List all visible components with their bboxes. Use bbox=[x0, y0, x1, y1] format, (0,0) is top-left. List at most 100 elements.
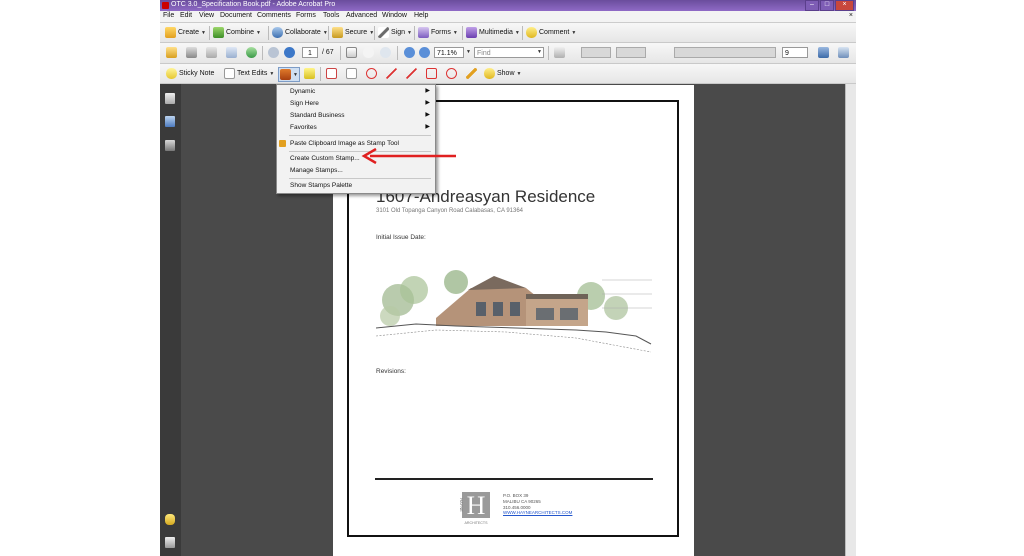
menu-item-sign-here[interactable]: Sign Here ▶ bbox=[277, 98, 435, 109]
signatures-panel-icon[interactable] bbox=[165, 140, 175, 151]
font-selector[interactable] bbox=[581, 47, 611, 58]
sticky-note-button[interactable]: Sticky Note bbox=[166, 67, 214, 80]
zoom-tool-icon[interactable] bbox=[380, 47, 391, 58]
menu-forms[interactable]: Forms bbox=[296, 12, 316, 19]
menu-help[interactable]: Help bbox=[414, 12, 428, 19]
save-icon[interactable] bbox=[206, 47, 217, 58]
menu-edit[interactable]: Edit bbox=[180, 12, 192, 19]
font-size-field[interactable]: 9 bbox=[782, 47, 808, 58]
bookmarks-panel-icon[interactable] bbox=[165, 116, 175, 127]
pencil-tool-icon[interactable] bbox=[466, 68, 477, 79]
oval-tool-icon[interactable] bbox=[446, 68, 457, 79]
menu-window[interactable]: Window bbox=[382, 12, 407, 19]
contact-block: P.O. BOX 39 MALIBU CA 90265 310.456.0000… bbox=[503, 493, 572, 516]
menu-item-standard-business[interactable]: Standard Business ▶ bbox=[277, 110, 435, 121]
internet-icon[interactable] bbox=[246, 47, 257, 58]
secure-button[interactable]: Secure ▼ bbox=[332, 26, 374, 39]
menu-item-manage-stamps[interactable]: Manage Stamps... bbox=[277, 165, 435, 176]
clipboard-stamp-icon bbox=[279, 140, 286, 147]
stamp-dropdown-icon[interactable]: ▼ bbox=[293, 72, 298, 78]
forms-button[interactable]: Forms ▼ bbox=[418, 26, 458, 39]
revisions-label: Revisions: bbox=[376, 368, 406, 375]
callout-icon[interactable] bbox=[326, 68, 337, 79]
page-display-icon[interactable] bbox=[554, 47, 565, 58]
style-selector[interactable] bbox=[616, 47, 646, 58]
cloud-icon[interactable] bbox=[366, 68, 377, 79]
submenu-arrow-icon: ▶ bbox=[425, 100, 430, 106]
menu-item-show-stamps-palette[interactable]: Show Stamps Palette bbox=[277, 180, 435, 191]
pen-icon bbox=[378, 27, 389, 38]
forms-label: Forms bbox=[431, 29, 451, 36]
pages-panel-icon[interactable] bbox=[165, 93, 175, 104]
collaborate-icon bbox=[272, 27, 283, 38]
text-box-icon[interactable] bbox=[346, 68, 357, 79]
elevation-rendering bbox=[376, 270, 652, 353]
menu-item-manage-stamps-label: Manage Stamps... bbox=[290, 167, 343, 174]
next-page-icon[interactable] bbox=[284, 47, 295, 58]
initial-issue-label: Initial Issue Date: bbox=[376, 234, 426, 241]
zoom-out-icon[interactable] bbox=[404, 47, 415, 58]
previous-page-icon[interactable] bbox=[268, 47, 279, 58]
menu-item-favorites-label: Favorites bbox=[290, 124, 317, 131]
minimize-button[interactable]: – bbox=[805, 0, 819, 11]
page-count: / 67 bbox=[322, 49, 334, 56]
menu-item-dynamic[interactable]: Dynamic ▶ bbox=[277, 86, 435, 97]
create-button[interactable]: Create ▼ bbox=[165, 26, 206, 39]
sign-button[interactable]: Sign ▼ bbox=[378, 26, 412, 39]
menu-item-favorites[interactable]: Favorites ▶ bbox=[277, 122, 435, 133]
open-folder-icon[interactable] bbox=[166, 47, 177, 58]
maximize-button[interactable]: □ bbox=[820, 0, 834, 11]
menu-item-dynamic-label: Dynamic bbox=[290, 88, 316, 95]
hand-tool-icon[interactable] bbox=[363, 47, 374, 58]
create-label: Create bbox=[178, 29, 200, 36]
combine-label: Combine bbox=[226, 29, 255, 36]
menu-comments[interactable]: Comments bbox=[257, 12, 291, 19]
menu-file[interactable]: File bbox=[163, 12, 174, 19]
menu-document[interactable]: Document bbox=[220, 12, 252, 19]
zoom-dropdown-icon[interactable]: ▼ bbox=[466, 49, 471, 55]
print-icon[interactable] bbox=[186, 47, 197, 58]
collaborate-button[interactable]: Collaborate ▼ bbox=[272, 26, 328, 39]
zoom-level-field[interactable]: 71.1% bbox=[434, 47, 464, 58]
footer-rule bbox=[375, 478, 653, 480]
menu-tools[interactable]: Tools bbox=[323, 12, 339, 19]
close-button[interactable]: × bbox=[835, 0, 854, 11]
menu-advanced[interactable]: Advanced bbox=[346, 12, 377, 19]
comment-button[interactable]: Comment ▼ bbox=[526, 26, 576, 39]
document-close-icon[interactable]: × bbox=[849, 12, 853, 19]
menu-view[interactable]: View bbox=[199, 12, 214, 19]
comments-panel-icon[interactable] bbox=[165, 514, 175, 525]
window-title: OTC 3.0_Specification Book.pdf - Adobe A… bbox=[171, 1, 336, 8]
font-name-selector[interactable] bbox=[674, 47, 776, 58]
highlight-text-icon[interactable] bbox=[304, 68, 315, 79]
line-tool-icon[interactable] bbox=[406, 68, 417, 79]
find-input[interactable]: Find bbox=[474, 47, 544, 58]
comment-label: Comment bbox=[539, 29, 570, 36]
vertical-scrollbar[interactable] bbox=[845, 84, 856, 556]
show-button[interactable]: Show ▼ bbox=[484, 67, 521, 80]
save-form-icon[interactable] bbox=[818, 47, 829, 58]
multimedia-button[interactable]: Multimedia ▼ bbox=[466, 26, 520, 39]
find-dropdown-icon[interactable]: ▼ bbox=[537, 49, 542, 55]
zoom-in-icon[interactable] bbox=[419, 47, 430, 58]
tasks-toolbar: Create ▼ Combine ▼ Collaborate ▼ Secure ▼ Si… bbox=[160, 23, 856, 43]
film-icon bbox=[466, 27, 477, 38]
arrow-tool-icon[interactable] bbox=[386, 68, 397, 79]
forms-icon bbox=[418, 27, 429, 38]
fit-window-icon[interactable] bbox=[838, 47, 849, 58]
svg-text:H: H bbox=[467, 491, 486, 520]
stamp-tool-button[interactable]: ▼ bbox=[278, 67, 300, 82]
text-edits-button[interactable]: Text Edits ▼ bbox=[224, 67, 274, 80]
submenu-arrow-icon: ▶ bbox=[425, 112, 430, 118]
attachments-paperclip-icon[interactable] bbox=[165, 537, 175, 548]
rectangle-tool-icon[interactable] bbox=[426, 68, 437, 79]
combine-button[interactable]: Combine ▼ bbox=[213, 26, 261, 39]
email-icon[interactable] bbox=[226, 47, 237, 58]
multimedia-label: Multimedia bbox=[479, 29, 513, 36]
page-number-input[interactable]: 1 bbox=[302, 47, 318, 58]
website-link[interactable]: WWW.HAYNEARCHITECTS.COM bbox=[503, 510, 572, 516]
select-tool-icon[interactable] bbox=[346, 47, 357, 58]
title-bar: OTC 3.0_Specification Book.pdf - Adobe A… bbox=[160, 0, 856, 11]
show-label: Show bbox=[497, 70, 515, 77]
show-comments-icon bbox=[484, 68, 495, 79]
